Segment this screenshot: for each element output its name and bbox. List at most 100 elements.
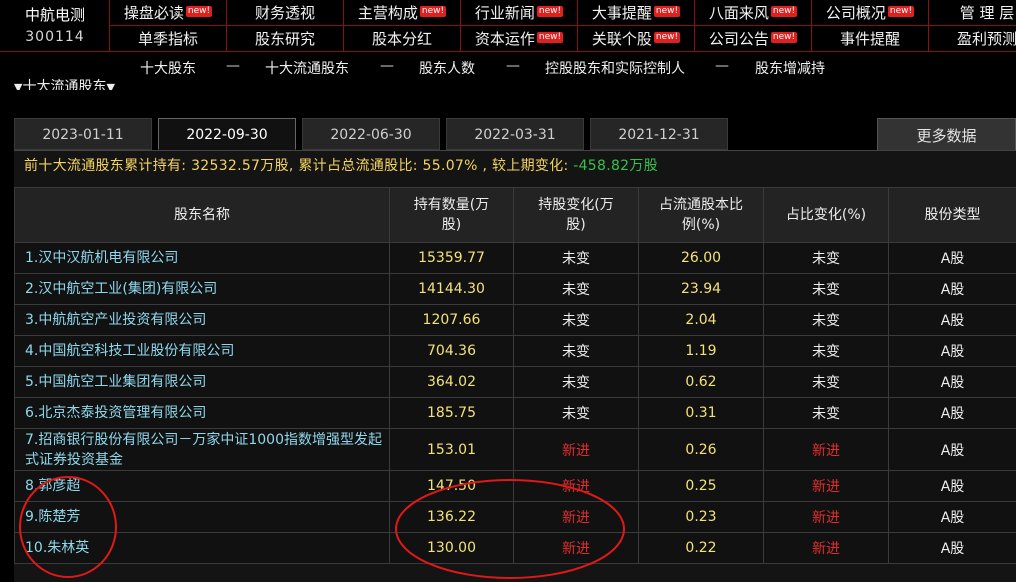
holder-name-cell[interactable]: 9.陈楚芳 bbox=[14, 501, 390, 533]
table-row: 7.招商银行股份有限公司－万家中证1000指数增强型发起式证券投资基金 153.0… bbox=[14, 428, 1016, 471]
share-type-cell: A股 bbox=[888, 273, 1016, 305]
float-holders-table: 股东名称 持有数量(万股) 持股变化(万股) 占流通股本比例(%) 占比变化(%… bbox=[14, 187, 1016, 564]
new-badge: new! bbox=[887, 6, 915, 17]
subnav-top10-holders[interactable]: 十大股东 bbox=[140, 58, 196, 78]
share-type-cell: A股 bbox=[888, 428, 1016, 471]
table-header-row: 股东名称 持有数量(万股) 持股变化(万股) 占流通股本比例(%) 占比变化(%… bbox=[14, 187, 1016, 243]
quantity-change-cell: 未变 bbox=[513, 366, 639, 398]
top-navigation: 中航电测 300114 操盘必读 new! 财务透视 主营构成 new! 行业新闻 new!… bbox=[0, 0, 1016, 52]
float-ratio-cell: 0.22 bbox=[638, 532, 764, 564]
nav-link-label: 关联个股 bbox=[591, 30, 652, 48]
nav-link-label: 股东研究 bbox=[254, 30, 315, 48]
nav-link-label: 资本运作 bbox=[474, 30, 535, 48]
quantity-change-cell: 新进 bbox=[513, 532, 639, 564]
holder-name-cell[interactable]: 7.招商银行股份有限公司－万家中证1000指数增强型发起式证券投资基金 bbox=[14, 428, 390, 471]
nav-link[interactable]: 股本分红 bbox=[344, 26, 461, 52]
nav-link[interactable]: 主营构成 new! bbox=[344, 0, 461, 26]
float-ratio-cell: 26.00 bbox=[638, 242, 764, 274]
tab-period-5[interactable]: 2021-12-31 bbox=[590, 118, 728, 150]
quantity-cell: 14144.30 bbox=[389, 273, 514, 305]
subnav-top10-float-holders[interactable]: 十大流通股东 bbox=[265, 58, 349, 78]
new-badge: new! bbox=[653, 6, 681, 17]
float-ratio-cell: 2.04 bbox=[638, 304, 764, 336]
table-row: 3.中航航空产业投资有限公司 1207.66 未变 2.04 未变 A股 bbox=[14, 304, 1016, 336]
holder-name-cell[interactable]: 10.朱林英 bbox=[14, 532, 390, 564]
subnav-controlling-holder[interactable]: 控股股东和实际控制人 bbox=[545, 58, 685, 78]
col-header-holder-name: 股东名称 bbox=[14, 187, 390, 243]
summary-text: 前十大流通股东累计持有: 32532.57万股, 累计占总流通股比: 55.07… bbox=[24, 158, 569, 174]
quantity-change-cell: 新进 bbox=[513, 428, 639, 471]
quantity-change-cell: 新进 bbox=[513, 501, 639, 533]
nav-link-label: 单季指标 bbox=[137, 30, 198, 48]
nav-link-label: 操盘必读 bbox=[123, 4, 184, 22]
nav-row-2: 单季指标 股东研究 股本分红 资本运作 new! 关联个股 new! 公司公告 new! 事件提醒… bbox=[110, 26, 1016, 52]
nav-link[interactable]: 单季指标 bbox=[110, 26, 227, 52]
quantity-cell: 147.50 bbox=[389, 470, 514, 502]
ratio-change-cell: 未变 bbox=[763, 304, 889, 336]
nav-link[interactable]: 公司公告 new! bbox=[695, 26, 812, 52]
nav-link[interactable]: 公司概况 new! bbox=[812, 0, 929, 26]
quantity-cell: 15359.77 bbox=[389, 242, 514, 274]
ratio-change-cell: 未变 bbox=[763, 273, 889, 305]
tab-period-1[interactable]: 2023-01-11 bbox=[14, 118, 152, 150]
nav-link[interactable]: 股东研究 bbox=[227, 26, 344, 52]
share-type-cell: A股 bbox=[888, 532, 1016, 564]
subnav-separator: — bbox=[380, 58, 394, 74]
col-header-quantity: 持有数量(万股) bbox=[389, 187, 514, 243]
share-type-cell: A股 bbox=[888, 242, 1016, 274]
more-data-button[interactable]: 更多数据 bbox=[877, 118, 1016, 154]
holder-name-cell[interactable]: 8.郭彦超 bbox=[14, 470, 390, 502]
holdings-summary: 前十大流通股东累计持有: 32532.57万股, 累计占总流通股比: 55.07… bbox=[24, 155, 658, 175]
float-ratio-cell: 0.25 bbox=[638, 470, 764, 502]
quantity-change-cell: 新进 bbox=[513, 470, 639, 502]
new-badge: new! bbox=[419, 6, 447, 17]
float-ratio-cell: 23.94 bbox=[638, 273, 764, 305]
new-badge: new! bbox=[770, 32, 798, 43]
nav-link[interactable]: 资本运作 new! bbox=[461, 26, 578, 52]
ratio-change-cell: 未变 bbox=[763, 335, 889, 367]
new-badge: new! bbox=[770, 6, 798, 17]
table-row: 4.中国航空科技工业股份有限公司 704.36 未变 1.19 未变 A股 bbox=[14, 335, 1016, 367]
holder-name-cell[interactable]: 1.汉中汉航机电有限公司 bbox=[14, 242, 390, 274]
nav-link-label: 公司概况 bbox=[825, 4, 886, 22]
ratio-change-cell: 新进 bbox=[763, 532, 889, 564]
nav-link[interactable]: 八面来风 new! bbox=[695, 0, 812, 26]
ratio-change-cell: 新进 bbox=[763, 470, 889, 502]
tab-period-4[interactable]: 2022-03-31 bbox=[446, 118, 584, 150]
nav-link-label: 财务透视 bbox=[254, 4, 315, 22]
holder-name-cell[interactable]: 3.中航航空产业投资有限公司 bbox=[14, 304, 390, 336]
col-header-quantity-change: 持股变化(万股) bbox=[513, 187, 639, 243]
new-badge: new! bbox=[653, 32, 681, 43]
col-header-ratio-change: 占比变化(%) bbox=[763, 187, 889, 243]
stock-identity: 中航电测 300114 bbox=[0, 0, 110, 52]
col-header-share-type: 股份类型 bbox=[888, 187, 1016, 243]
new-badge: new! bbox=[536, 6, 564, 17]
holder-name-cell[interactable]: 4.中国航空科技工业股份有限公司 bbox=[14, 335, 390, 367]
nav-link[interactable]: 盈利预测 bbox=[929, 26, 1016, 52]
table-row: 6.北京杰泰投资管理有限公司 185.75 未变 0.31 未变 A股 bbox=[14, 397, 1016, 429]
share-type-cell: A股 bbox=[888, 470, 1016, 502]
stock-code: 300114 bbox=[25, 29, 85, 45]
subnav-holder-count[interactable]: 股东人数 bbox=[419, 58, 475, 78]
table-row: 9.陈楚芳 136.22 新进 0.23 新进 A股 bbox=[14, 501, 1016, 533]
holder-name-cell[interactable]: 6.北京杰泰投资管理有限公司 bbox=[14, 397, 390, 429]
nav-link[interactable]: 大事提醒 new! bbox=[578, 0, 695, 26]
triangle-down-icon: ▼ bbox=[106, 81, 115, 90]
nav-link[interactable]: 行业新闻 new! bbox=[461, 0, 578, 26]
nav-link[interactable]: 操盘必读 new! bbox=[110, 0, 227, 26]
nav-link[interactable]: 管 理 层 bbox=[929, 0, 1016, 26]
holder-name-cell[interactable]: 5.中国航空工业集团有限公司 bbox=[14, 366, 390, 398]
holder-name-cell[interactable]: 2.汉中航空工业(集团)有限公司 bbox=[14, 273, 390, 305]
nav-link-label: 股本分红 bbox=[371, 30, 432, 48]
tab-period-2-active[interactable]: 2022-09-30 bbox=[158, 118, 296, 150]
subnav-separator: — bbox=[226, 58, 240, 74]
new-badge: new! bbox=[185, 6, 213, 17]
nav-link[interactable]: 财务透视 bbox=[227, 0, 344, 26]
tab-period-3[interactable]: 2022-06-30 bbox=[302, 118, 440, 150]
table-row: 2.汉中航空工业(集团)有限公司 14144.30 未变 23.94 未变 A股 bbox=[14, 273, 1016, 305]
share-type-cell: A股 bbox=[888, 304, 1016, 336]
subnav-holder-changes[interactable]: 股东增减持 bbox=[755, 58, 825, 78]
nav-link[interactable]: 事件提醒 bbox=[812, 26, 929, 52]
ratio-change-cell: 未变 bbox=[763, 397, 889, 429]
nav-link[interactable]: 关联个股 new! bbox=[578, 26, 695, 52]
